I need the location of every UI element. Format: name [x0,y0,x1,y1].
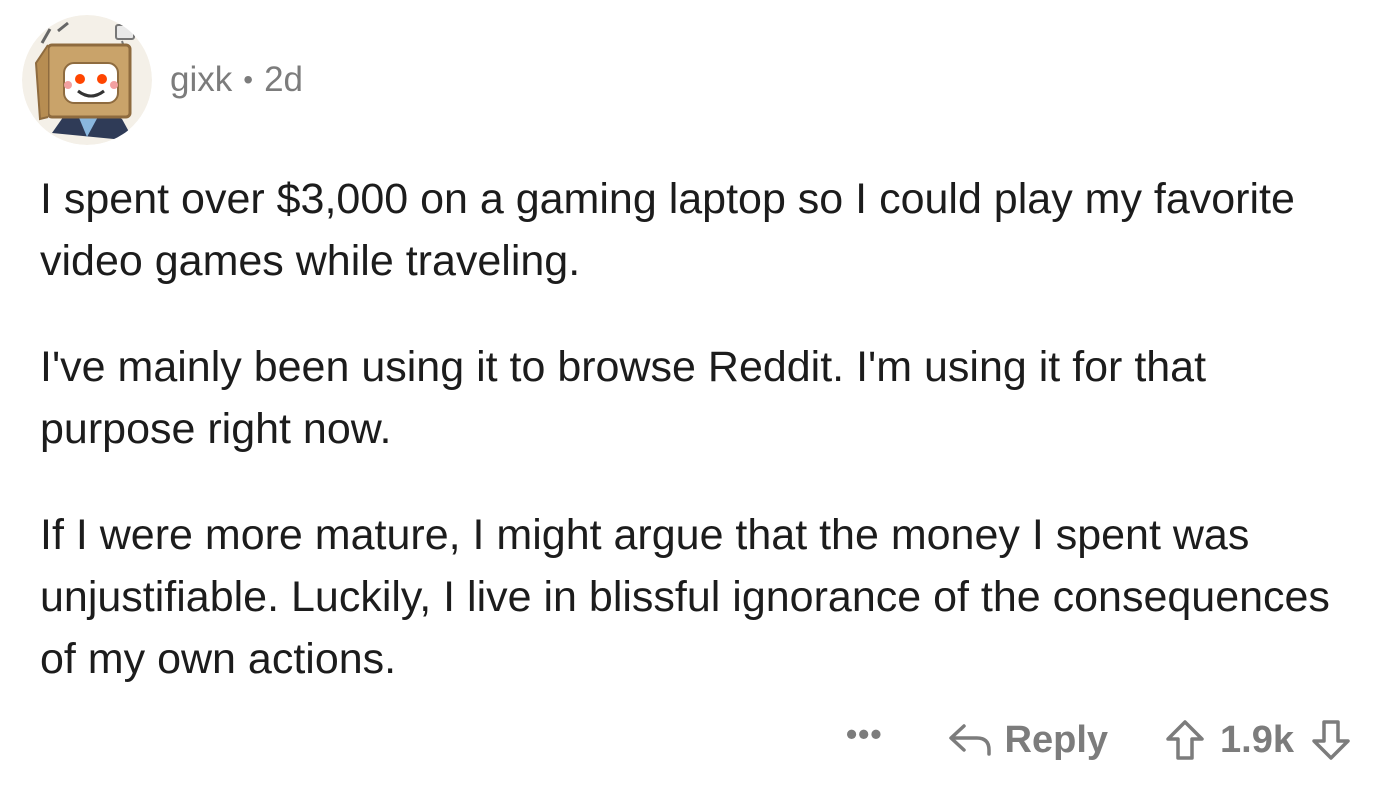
vote-score: 1.9k [1220,718,1294,761]
comment-body: I spent over $3,000 on a gaming laptop s… [40,168,1360,734]
comment-age: 2d [264,60,303,99]
comment-card: gixk • 2d I spent over $3,000 on a gamin… [0,0,1390,792]
reply-label: Reply [1004,718,1109,761]
comment-paragraph: I've mainly been using it to browse Redd… [40,343,1207,453]
reply-button[interactable]: Reply [947,719,1108,762]
comment-paragraph: I spent over $3,000 on a gaming laptop s… [40,175,1295,285]
comment-header: gixk • 2d [22,10,303,150]
author-name[interactable]: gixk [170,60,232,100]
upvote-arrow-icon[interactable] [1164,718,1206,762]
meta-separator: • [243,64,254,95]
downvote-arrow-icon[interactable] [1310,718,1352,762]
vote-controls: 1.9k [1164,718,1352,762]
comment-meta: gixk • 2d [170,60,303,100]
reply-arrow-icon [948,724,991,756]
comment-paragraph: If I were more mature, I might argue tha… [40,511,1330,683]
more-options-button[interactable]: ••• [846,716,883,753]
comment-actions: ••• Reply 1.9k [846,705,1352,775]
user-avatar[interactable] [22,15,152,145]
snoo-avatar-icon [22,15,152,145]
